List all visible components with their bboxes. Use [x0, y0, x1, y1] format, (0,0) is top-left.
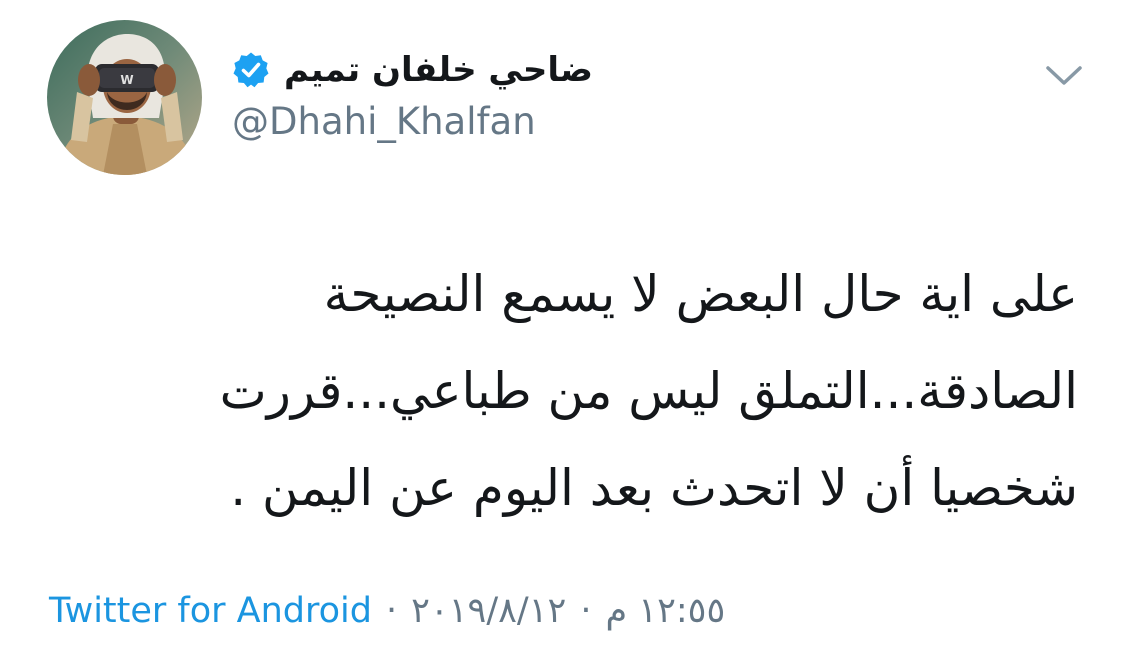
tweet-source-link[interactable]: Twitter for Android: [49, 591, 372, 631]
tweet-date[interactable]: ٢٠١٩/٨/١٢: [411, 591, 566, 631]
meta-separator: ·: [580, 591, 592, 631]
tweet-text-line: شخصيا أن لا اتحدث بعد اليوم عن اليمن .: [230, 459, 1078, 517]
headset-logo: W: [120, 73, 133, 87]
meta-separator: ·: [386, 591, 398, 631]
tweet-text: على اية حال البعض لا يسمع النصيحة الصادق…: [150, 246, 1078, 537]
chevron-down-icon[interactable]: [1044, 62, 1084, 90]
author-display-name[interactable]: ضاحي خلفان تميم: [284, 50, 593, 90]
author-name-row: ضاحي خلفان تميم: [232, 44, 593, 96]
tweet-time[interactable]: ١٢:٥٥ م: [605, 591, 725, 631]
tweet-text-line: الصادقة...التملق ليس من طباعي...قررت: [219, 362, 1078, 420]
verified-badge-icon: [232, 51, 270, 89]
author-handle[interactable]: @Dhahi_Khalfan: [232, 100, 536, 143]
tweet-meta: Twitter for Android · ٢٠١٩/٨/١٢ · ١٢:٥٥ …: [49, 586, 725, 636]
tweet-text-line: على اية حال البعض لا يسمع النصيحة: [323, 265, 1078, 323]
avatar[interactable]: W: [47, 20, 202, 175]
